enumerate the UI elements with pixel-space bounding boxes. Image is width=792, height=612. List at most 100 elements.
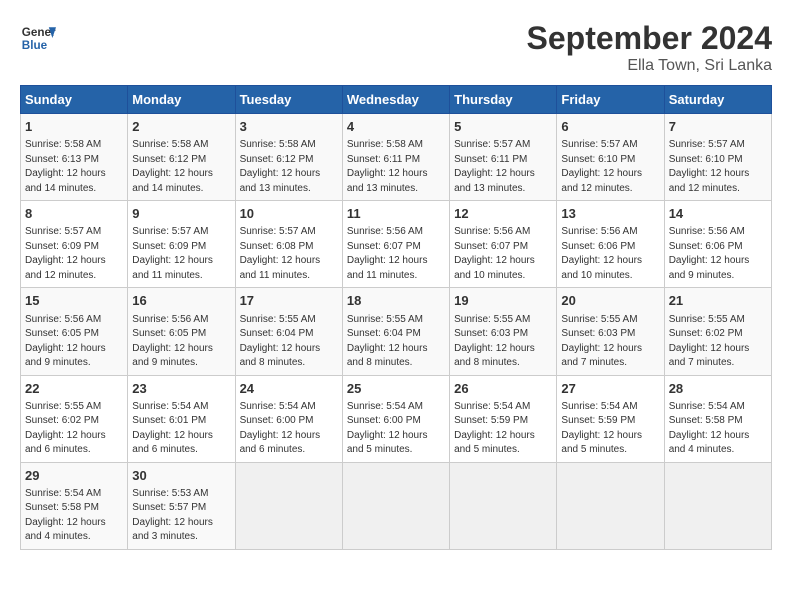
day-number: 11 bbox=[347, 205, 445, 223]
day-number: 4 bbox=[347, 118, 445, 136]
day-info: Sunrise: 5:57 AM Sunset: 6:10 PM Dayligh… bbox=[669, 138, 767, 196]
calendar-cell: 11 Sunrise: 5:56 AM Sunset: 6:07 PM Dayli… bbox=[342, 201, 449, 288]
day-info: Sunrise: 5:56 AM Sunset: 6:06 PM Dayligh… bbox=[561, 225, 659, 283]
day-info: Sunrise: 5:56 AM Sunset: 6:06 PM Dayligh… bbox=[669, 225, 767, 283]
day-info: Sunrise: 5:56 AM Sunset: 6:05 PM Dayligh… bbox=[25, 313, 123, 371]
day-info: Sunrise: 5:58 AM Sunset: 6:12 PM Dayligh… bbox=[240, 138, 338, 196]
day-number: 21 bbox=[669, 292, 767, 310]
week-row-2: 15 Sunrise: 5:56 AM Sunset: 6:05 PM Dayli… bbox=[21, 288, 772, 375]
calendar-cell: 28 Sunrise: 5:54 AM Sunset: 5:58 PM Dayli… bbox=[664, 375, 771, 462]
header: General Blue September 2024 Ella Town, S… bbox=[20, 20, 772, 75]
day-info: Sunrise: 5:55 AM Sunset: 6:02 PM Dayligh… bbox=[669, 313, 767, 371]
day-number: 7 bbox=[669, 118, 767, 136]
week-row-3: 22 Sunrise: 5:55 AM Sunset: 6:02 PM Dayli… bbox=[21, 375, 772, 462]
col-header-tuesday: Tuesday bbox=[235, 86, 342, 114]
day-info: Sunrise: 5:54 AM Sunset: 6:00 PM Dayligh… bbox=[347, 400, 445, 458]
calendar-cell: 4Sunrise: 5:58 AM Sunset: 6:11 PM Daylig… bbox=[342, 114, 449, 201]
day-info: Sunrise: 5:58 AM Sunset: 6:13 PM Dayligh… bbox=[25, 138, 123, 196]
calendar-cell: 6Sunrise: 5:57 AM Sunset: 6:10 PM Daylig… bbox=[557, 114, 664, 201]
calendar-cell: 17Sunrise: 5:55 AM Sunset: 6:04 PM Dayli… bbox=[235, 288, 342, 375]
day-info: Sunrise: 5:57 AM Sunset: 6:09 PM Dayligh… bbox=[25, 225, 123, 283]
week-row-0: 1 Sunrise: 5:58 AM Sunset: 6:13 PM Daylig… bbox=[21, 114, 772, 201]
month-title: September 2024 bbox=[527, 20, 772, 57]
day-info: Sunrise: 5:54 AM Sunset: 5:59 PM Dayligh… bbox=[454, 400, 552, 458]
day-info: Sunrise: 5:55 AM Sunset: 6:04 PM Dayligh… bbox=[347, 313, 445, 371]
day-number: 20 bbox=[561, 292, 659, 310]
calendar-cell: 15 Sunrise: 5:56 AM Sunset: 6:05 PM Dayli… bbox=[21, 288, 128, 375]
col-header-wednesday: Wednesday bbox=[342, 86, 449, 114]
day-info: Sunrise: 5:58 AM Sunset: 6:12 PM Dayligh… bbox=[132, 138, 230, 196]
calendar-cell: 13 Sunrise: 5:56 AM Sunset: 6:06 PM Dayli… bbox=[557, 201, 664, 288]
calendar-cell bbox=[342, 462, 449, 549]
col-header-sunday: Sunday bbox=[21, 86, 128, 114]
calendar-cell: 12 Sunrise: 5:56 AM Sunset: 6:07 PM Dayli… bbox=[450, 201, 557, 288]
day-info: Sunrise: 5:57 AM Sunset: 6:08 PM Dayligh… bbox=[240, 225, 338, 283]
day-info: Sunrise: 5:56 AM Sunset: 6:07 PM Dayligh… bbox=[454, 225, 552, 283]
day-number: 15 bbox=[25, 292, 123, 310]
day-number: 17 bbox=[240, 292, 338, 310]
day-number: 8 bbox=[25, 205, 123, 223]
svg-text:Blue: Blue bbox=[22, 39, 48, 52]
day-info: Sunrise: 5:54 AM Sunset: 6:01 PM Dayligh… bbox=[132, 400, 230, 458]
calendar-cell: 21 Sunrise: 5:55 AM Sunset: 6:02 PM Dayli… bbox=[664, 288, 771, 375]
day-number: 28 bbox=[669, 380, 767, 398]
col-header-friday: Friday bbox=[557, 86, 664, 114]
day-number: 9 bbox=[132, 205, 230, 223]
calendar-cell bbox=[235, 462, 342, 549]
day-number: 5 bbox=[454, 118, 552, 136]
day-info: Sunrise: 5:54 AM Sunset: 5:59 PM Dayligh… bbox=[561, 400, 659, 458]
day-info: Sunrise: 5:54 AM Sunset: 5:58 PM Dayligh… bbox=[25, 487, 123, 545]
day-number: 23 bbox=[132, 380, 230, 398]
day-number: 14 bbox=[669, 205, 767, 223]
calendar-cell: 16 Sunrise: 5:56 AM Sunset: 6:05 PM Dayli… bbox=[128, 288, 235, 375]
calendar-cell: 1 Sunrise: 5:58 AM Sunset: 6:13 PM Daylig… bbox=[21, 114, 128, 201]
calendar-cell bbox=[450, 462, 557, 549]
day-number: 29 bbox=[25, 467, 123, 485]
day-info: Sunrise: 5:56 AM Sunset: 6:05 PM Dayligh… bbox=[132, 313, 230, 371]
day-number: 22 bbox=[25, 380, 123, 398]
week-row-1: 8 Sunrise: 5:57 AM Sunset: 6:09 PM Daylig… bbox=[21, 201, 772, 288]
calendar-cell: 22 Sunrise: 5:55 AM Sunset: 6:02 PM Dayli… bbox=[21, 375, 128, 462]
day-number: 3 bbox=[240, 118, 338, 136]
day-number: 10 bbox=[240, 205, 338, 223]
calendar-cell: 9 Sunrise: 5:57 AM Sunset: 6:09 PM Daylig… bbox=[128, 201, 235, 288]
calendar-cell: 8 Sunrise: 5:57 AM Sunset: 6:09 PM Daylig… bbox=[21, 201, 128, 288]
calendar-cell: 24 Sunrise: 5:54 AM Sunset: 6:00 PM Dayli… bbox=[235, 375, 342, 462]
calendar-table: SundayMondayTuesdayWednesdayThursdayFrid… bbox=[20, 85, 772, 550]
calendar-cell: 3 Sunrise: 5:58 AM Sunset: 6:12 PM Daylig… bbox=[235, 114, 342, 201]
calendar-cell: 7 Sunrise: 5:57 AM Sunset: 6:10 PM Daylig… bbox=[664, 114, 771, 201]
calendar-cell: 2Sunrise: 5:58 AM Sunset: 6:12 PM Daylig… bbox=[128, 114, 235, 201]
calendar-cell: 27 Sunrise: 5:54 AM Sunset: 5:59 PM Dayli… bbox=[557, 375, 664, 462]
calendar-header: SundayMondayTuesdayWednesdayThursdayFrid… bbox=[21, 86, 772, 114]
day-number: 12 bbox=[454, 205, 552, 223]
day-number: 27 bbox=[561, 380, 659, 398]
day-info: Sunrise: 5:55 AM Sunset: 6:03 PM Dayligh… bbox=[561, 313, 659, 371]
col-header-thursday: Thursday bbox=[450, 86, 557, 114]
calendar-cell: 10 Sunrise: 5:57 AM Sunset: 6:08 PM Dayli… bbox=[235, 201, 342, 288]
calendar-cell bbox=[557, 462, 664, 549]
calendar-cell: 18Sunrise: 5:55 AM Sunset: 6:04 PM Dayli… bbox=[342, 288, 449, 375]
day-number: 26 bbox=[454, 380, 552, 398]
day-info: Sunrise: 5:57 AM Sunset: 6:10 PM Dayligh… bbox=[561, 138, 659, 196]
day-number: 19 bbox=[454, 292, 552, 310]
day-info: Sunrise: 5:55 AM Sunset: 6:02 PM Dayligh… bbox=[25, 400, 123, 458]
day-number: 24 bbox=[240, 380, 338, 398]
day-info: Sunrise: 5:54 AM Sunset: 6:00 PM Dayligh… bbox=[240, 400, 338, 458]
day-info: Sunrise: 5:54 AM Sunset: 5:58 PM Dayligh… bbox=[669, 400, 767, 458]
day-number: 30 bbox=[132, 467, 230, 485]
day-info: Sunrise: 5:53 AM Sunset: 5:57 PM Dayligh… bbox=[132, 487, 230, 545]
calendar-cell: 26 Sunrise: 5:54 AM Sunset: 5:59 PM Dayli… bbox=[450, 375, 557, 462]
day-number: 13 bbox=[561, 205, 659, 223]
day-number: 1 bbox=[25, 118, 123, 136]
location: Ella Town, Sri Lanka bbox=[527, 57, 772, 75]
week-row-4: 29 Sunrise: 5:54 AM Sunset: 5:58 PM Dayli… bbox=[21, 462, 772, 549]
day-info: Sunrise: 5:57 AM Sunset: 6:09 PM Dayligh… bbox=[132, 225, 230, 283]
calendar-body: 1 Sunrise: 5:58 AM Sunset: 6:13 PM Daylig… bbox=[21, 114, 772, 550]
day-info: Sunrise: 5:56 AM Sunset: 6:07 PM Dayligh… bbox=[347, 225, 445, 283]
col-header-monday: Monday bbox=[128, 86, 235, 114]
logo-icon: General Blue bbox=[20, 20, 56, 56]
day-number: 16 bbox=[132, 292, 230, 310]
calendar-cell: 23 Sunrise: 5:54 AM Sunset: 6:01 PM Dayli… bbox=[128, 375, 235, 462]
day-number: 25 bbox=[347, 380, 445, 398]
calendar-cell: 30 Sunrise: 5:53 AM Sunset: 5:57 PM Dayli… bbox=[128, 462, 235, 549]
